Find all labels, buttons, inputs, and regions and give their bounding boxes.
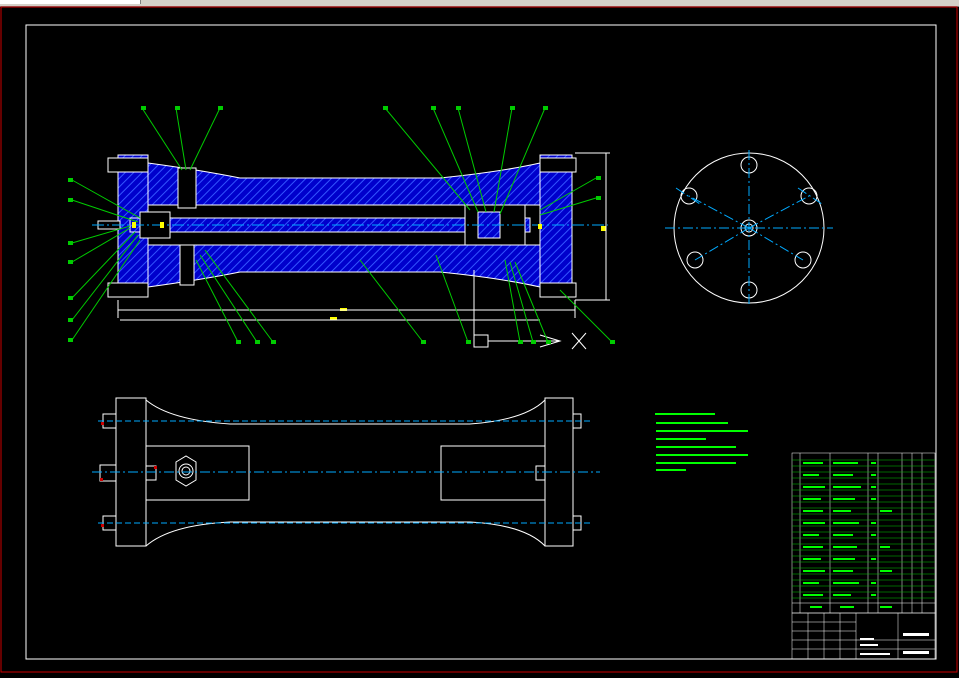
bottom-port <box>179 244 195 286</box>
front-body-outline <box>145 399 546 547</box>
cad-drawing-canvas[interactable] <box>0 6 959 674</box>
parts-list-rows <box>792 459 935 599</box>
window-tab[interactable] <box>0 0 141 4</box>
yellow-mark-3 <box>601 226 606 231</box>
technical-notes <box>655 413 748 471</box>
front-left-window <box>145 445 250 501</box>
top-port <box>177 167 197 209</box>
yellow-mark-1 <box>132 222 136 228</box>
parts-list-table <box>791 452 936 614</box>
bolt-right-top <box>539 157 577 173</box>
yellow-mark-2 <box>160 222 164 228</box>
cad-drawing-svg[interactable] <box>0 6 959 674</box>
drawing-frame <box>25 24 937 660</box>
bolt-left-bottom <box>107 282 149 298</box>
front-red-marks <box>100 422 157 527</box>
title-block-marks <box>860 633 929 655</box>
front-right-window <box>440 445 546 501</box>
yellow-mark-6 <box>538 224 542 229</box>
end-view-center-lines <box>665 150 833 305</box>
bolt-right-bottom <box>539 282 577 298</box>
front-center-lines <box>92 420 600 524</box>
bolt-left-top <box>107 157 149 173</box>
body-upper-wall <box>147 162 541 206</box>
section-view <box>92 154 608 320</box>
